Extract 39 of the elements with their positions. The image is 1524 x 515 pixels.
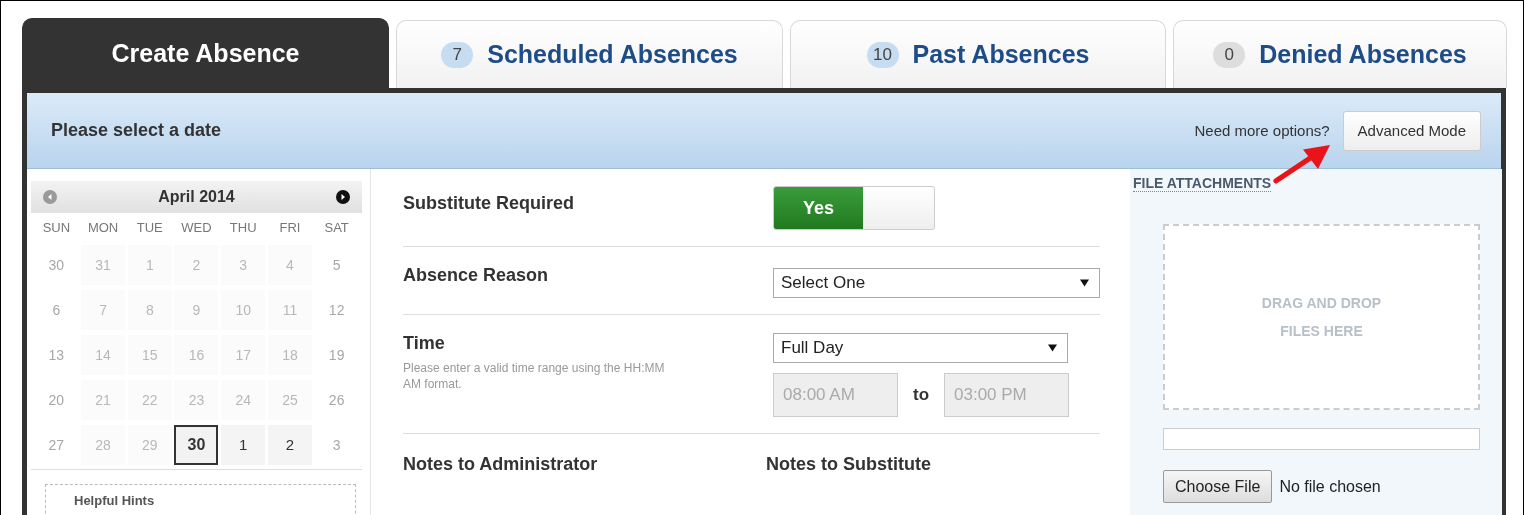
advanced-mode-button[interactable]: Advanced Mode — [1342, 110, 1481, 151]
file-status: No file chosen — [1279, 477, 1381, 496]
tab[interactable]: Create Absence — [22, 18, 389, 88]
choose-file-button[interactable]: Choose File — [1163, 470, 1273, 503]
field-label: Time — [403, 333, 446, 354]
caret-icon — [1048, 344, 1057, 352]
options-prompt: Need more options? — [1194, 122, 1330, 139]
weekday-label: FRI — [278, 219, 302, 237]
next-month-icon[interactable] — [336, 190, 350, 204]
calendar-day[interactable]: 2 — [267, 424, 312, 465]
weekday-label: TUE — [135, 219, 164, 237]
hints-title: Helpful Hints — [74, 493, 155, 508]
time-dropdown[interactable]: Full Day — [773, 333, 1068, 363]
attachments-title: FILE ATTACHMENTS — [1133, 175, 1272, 192]
calendar-day[interactable]: 1 — [221, 424, 266, 465]
tab[interactable]: 7 Scheduled Absences — [396, 20, 783, 88]
header-title: Please select a date — [51, 120, 222, 141]
time-hint: Please enter a valid time range using the HH:MM AM format. — [403, 360, 666, 392]
tab[interactable]: 0 Denied Absences — [1173, 20, 1507, 88]
drop-zone[interactable]: DRAG AND DROP FILES HERE — [1163, 224, 1480, 410]
weekday-label: MON — [86, 219, 120, 237]
to-label: to — [911, 385, 930, 405]
weekday-label: SAT — [323, 219, 350, 237]
arrow-icon — [1273, 143, 1333, 185]
reason-dropdown[interactable]: Select One — [773, 268, 1100, 298]
count-badge: 10 — [866, 41, 899, 68]
field-label: Substitute Required — [403, 193, 575, 214]
field-label: Notes to Substitute — [766, 454, 932, 475]
field-label: Absence Reason — [403, 265, 550, 286]
calendar-day[interactable]: 30 — [174, 424, 219, 465]
tab[interactable]: 10 Past Absences — [790, 20, 1166, 88]
caret-icon — [1080, 279, 1089, 287]
month-title: April 2014 — [158, 188, 235, 206]
weekday-label: WED — [180, 219, 213, 237]
substitute-toggle[interactable]: Yes — [773, 186, 935, 230]
weekday-label: SUN — [41, 219, 72, 237]
weekday-label: THU — [228, 219, 258, 237]
count-badge: 0 — [1213, 41, 1246, 68]
count-badge: 7 — [441, 41, 474, 68]
